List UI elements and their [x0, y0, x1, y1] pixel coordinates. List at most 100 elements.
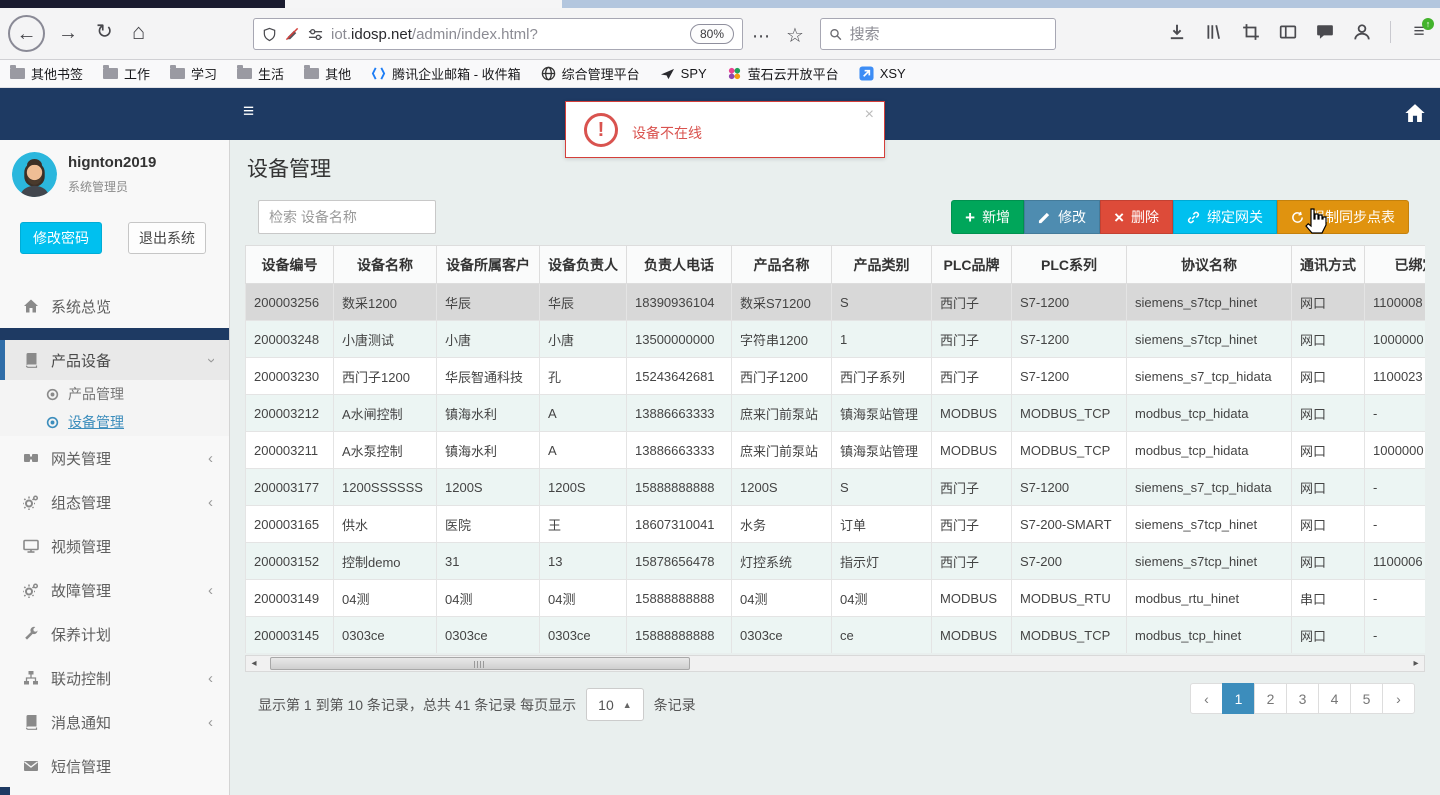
reload-button[interactable]: ↻ — [96, 22, 113, 42]
sidebar-item-maintenance-plan[interactable]: 保养计划 — [0, 612, 229, 656]
bookmark-folder-study[interactable]: 学习 — [170, 64, 217, 83]
sidebar-item-product-device[interactable]: 产品设备 ‹ — [0, 340, 229, 380]
forward-button[interactable]: → — [58, 23, 78, 43]
back-button[interactable]: ← — [8, 15, 45, 52]
column-header[interactable]: 设备名称 — [333, 245, 437, 284]
sidebar-collapse-button[interactable]: ≡ — [243, 101, 254, 123]
sidebar-item-product-mgmt[interactable]: 产品管理 — [0, 380, 229, 408]
shield-icon[interactable] — [262, 27, 277, 42]
browser-search-input[interactable] — [849, 25, 1047, 43]
library-icon[interactable] — [1205, 23, 1223, 41]
column-header[interactable]: 产品类别 — [831, 245, 932, 284]
browser-search-box[interactable] — [820, 18, 1056, 50]
scroll-right-arrow[interactable]: ▸ — [1408, 656, 1424, 671]
bookmark-folder-misc[interactable]: 其他 — [304, 64, 351, 83]
table-cell: 庶来门前泵站 — [731, 394, 832, 432]
delete-button[interactable]: × 删除 — [1100, 200, 1173, 234]
table-row[interactable]: 200003211 A水泵控制 镇海水利 A 13886663333 庶来门前泵站 镇海泵站… — [245, 431, 1425, 469]
alert-message: 设备不在线 — [632, 125, 702, 141]
zoom-level-badge[interactable]: 80% — [689, 24, 734, 44]
pagination-page-4[interactable]: 4 — [1318, 683, 1351, 714]
bookmark-folder-work[interactable]: 工作 — [103, 64, 150, 83]
pagination-next[interactable]: › — [1382, 683, 1415, 714]
bookmark-star-icon[interactable]: ☆ — [786, 23, 804, 48]
table-cell: 13 — [539, 542, 627, 580]
column-header[interactable]: 通讯方式 — [1291, 245, 1365, 284]
page-size-dropdown[interactable]: 10 ▲ — [586, 688, 644, 721]
folder-icon — [170, 65, 186, 79]
table-row[interactable]: 200003145 0303ce 0303ce 0303ce 15888888888 03… — [245, 616, 1425, 653]
sidebar-item-overview[interactable]: 系统总览 — [0, 284, 229, 328]
add-button[interactable]: + 新增 — [951, 200, 1025, 234]
table-cell: 1 — [831, 320, 932, 358]
table-cell: 数采S71200 — [731, 283, 832, 321]
pagination-prev[interactable]: ‹ — [1190, 683, 1223, 714]
column-header[interactable]: 协议名称 — [1126, 245, 1292, 284]
table-row[interactable]: 200003256 数采1200 华辰 华辰 18390936104 数采S71200 S 西… — [245, 283, 1425, 321]
table-row[interactable]: 200003165 供水 医院王 18607310041 水务 订单 西门子 S7-200-S… — [245, 505, 1425, 543]
bookmark-spy[interactable]: SPY — [660, 66, 707, 81]
horizontal-scrollbar[interactable]: ◂ ▸ — [245, 655, 1425, 672]
table-row[interactable]: 200003152 控制demo 31 13 15878656478 灯控系统 指示灯 西门子… — [245, 542, 1425, 580]
bookmark-xsy[interactable]: XSY — [859, 66, 906, 81]
column-header[interactable]: 设备所属客户 — [436, 245, 540, 284]
screenshot-icon[interactable] — [1242, 23, 1260, 41]
permissions-icon[interactable] — [308, 27, 323, 42]
sidebar-item-fault-mgmt[interactable]: 故障管理 ‹ — [0, 568, 229, 612]
column-header[interactable]: PLC系列 — [1011, 245, 1127, 284]
sidebar-toggle-icon[interactable] — [1279, 23, 1297, 41]
scroll-left-arrow[interactable]: ◂ — [246, 656, 262, 671]
column-header[interactable]: 设备编号 — [245, 245, 334, 284]
table-row[interactable]: 200003177 1200SSSSSS 1200S 1200S 15888888888… — [245, 468, 1425, 506]
logout-button[interactable]: 退出系统 — [128, 222, 206, 254]
url-bar[interactable]: iot.idosp.net/admin/index.html? 80% — [253, 18, 743, 50]
column-header[interactable]: 负责人电话 — [626, 245, 732, 284]
sidebar-item-video-mgmt[interactable]: 视频管理 — [0, 524, 229, 568]
bookmark-mgmt-platform[interactable]: 综合管理平台 — [541, 64, 640, 83]
menu-button[interactable]: ≡ ↑ — [1410, 18, 1434, 41]
table-row[interactable]: 200003248 小唐测试 小唐 小唐 13500000000 字符串1200 1 西门子 S… — [245, 320, 1425, 358]
column-header[interactable]: 已绑定网关 — [1364, 245, 1425, 284]
sidebar-item-device-mgmt[interactable]: 设备管理 — [0, 408, 229, 436]
browser-home-button[interactable]: ⌂ — [132, 21, 145, 43]
force-sync-button[interactable]: 强制同步点表 — [1277, 200, 1409, 234]
column-header[interactable]: 产品名称 — [731, 245, 832, 284]
sidebar-item-sms-mgmt[interactable]: 短信管理 — [0, 744, 229, 788]
pagination-page-1[interactable]: 1 — [1222, 683, 1255, 714]
alert-close-icon[interactable]: × — [865, 106, 874, 124]
sidebar-item-linkage-control[interactable]: 联动控制 ‹ — [0, 656, 229, 700]
sidebar-item-gateway-mgmt[interactable]: 网关管理 ‹ — [0, 436, 229, 480]
bind-gateway-button[interactable]: 绑定网关 — [1173, 200, 1277, 234]
table-cell: 网口 — [1291, 283, 1365, 321]
pocket-chat-icon[interactable] — [1316, 23, 1334, 41]
edit-button[interactable]: 修改 — [1024, 200, 1101, 234]
pagination-page-3[interactable]: 3 — [1286, 683, 1319, 714]
sidebar-item-hmi-mgmt[interactable]: 组态管理 ‹ — [0, 480, 229, 524]
account-icon[interactable] — [1353, 23, 1371, 41]
table-row[interactable]: 200003230 西门子1200 华辰智通科技孔 15243642681 西门子120… — [245, 357, 1425, 395]
table-row[interactable]: 200003149 04测 04测 04测 15888888888 04测 04测 MODBU… — [245, 579, 1425, 617]
column-header[interactable]: PLC品牌 — [931, 245, 1012, 284]
app-home-icon[interactable] — [1404, 102, 1426, 124]
pagination-page-2[interactable]: 2 — [1254, 683, 1287, 714]
pencil-blocked-icon[interactable] — [285, 27, 300, 42]
avatar[interactable] — [12, 152, 57, 197]
table-cell: 小唐 — [539, 320, 627, 358]
scrollbar-thumb[interactable] — [270, 657, 690, 670]
bookmark-folder-other-bookmarks[interactable]: 其他书签 — [10, 64, 83, 83]
device-search-input[interactable] — [258, 200, 436, 234]
change-password-button[interactable]: 修改密码 — [20, 222, 102, 254]
page-actions-icon[interactable]: ⋯ — [752, 26, 770, 47]
column-header[interactable]: 设备负责人 — [539, 245, 627, 284]
url-text[interactable]: iot.idosp.net/admin/index.html? — [331, 26, 682, 43]
downloads-icon[interactable] — [1168, 23, 1186, 41]
bookmark-folder-life[interactable]: 生活 — [237, 64, 284, 83]
scrollbar-track[interactable] — [262, 656, 1408, 671]
bookmark-ezviz[interactable]: 萤石云开放平台 — [727, 64, 839, 83]
pagination-page-5[interactable]: 5 — [1350, 683, 1383, 714]
bookmark-tencent-mail[interactable]: 腾讯企业邮箱 - 收件箱 — [371, 64, 521, 83]
chevron-left-icon: ‹ — [208, 669, 213, 687]
pagination-info: 显示第 1 到第 10 条记录，总共 41 条记录 每页显示 10 ▲ 条记录 — [258, 688, 696, 721]
table-row[interactable]: 200003212 A水闸控制 镇海水利 A 13886663333 庶来门前泵站 镇海泵站… — [245, 394, 1425, 432]
sidebar-item-message-notify[interactable]: 消息通知 ‹ — [0, 700, 229, 744]
